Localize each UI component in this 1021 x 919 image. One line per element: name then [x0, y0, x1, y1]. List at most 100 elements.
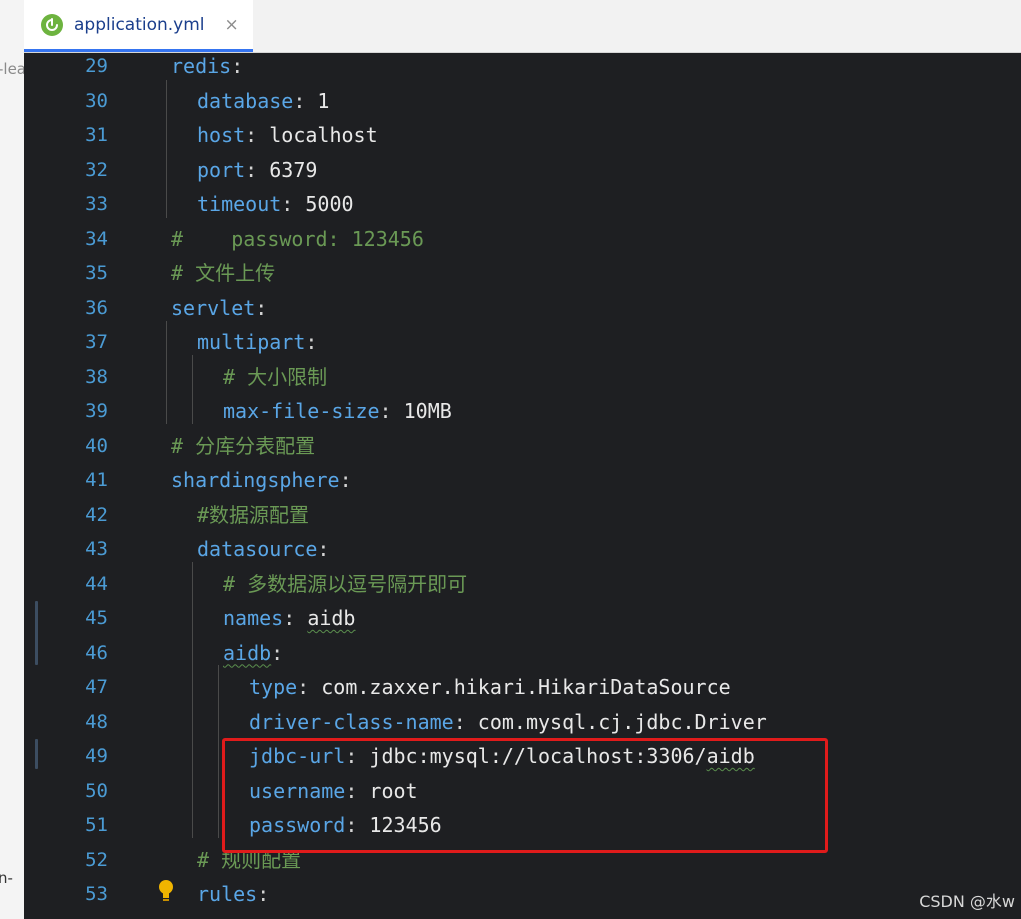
code-key: aidb: [223, 640, 272, 665]
code-key: names: [223, 606, 284, 630]
code-comment: # 文件上传: [171, 261, 276, 285]
editor-tab-bar: application.yml ×: [24, 0, 1021, 53]
line-number: 39: [85, 400, 108, 422]
code-line[interactable]: # 分库分表配置: [171, 429, 315, 463]
line-number: 36: [85, 296, 108, 319]
code-punct: :: [339, 468, 352, 492]
code-punct: :: [245, 157, 270, 182]
code-line[interactable]: #数据源配置: [197, 498, 309, 532]
code-line[interactable]: servlet:: [171, 291, 267, 325]
code-line[interactable]: port: 6379: [197, 153, 317, 187]
code-key: database: [197, 88, 294, 113]
code-line[interactable]: # password: 123456: [171, 222, 424, 256]
code-comment: # password: 123456: [171, 226, 424, 251]
line-number: 31: [85, 124, 108, 146]
code-key: max-file-size: [223, 399, 380, 423]
indent-guide: [166, 80, 167, 218]
code-key: datasource: [197, 537, 318, 561]
change-marker: [35, 601, 38, 665]
code-key: port: [197, 157, 246, 182]
tab-filename: application.yml: [74, 14, 205, 35]
line-number: 33: [85, 193, 108, 215]
code-line[interactable]: rules:: [197, 877, 269, 911]
line-number: 52: [85, 848, 108, 871]
code-comment: #数据源配置: [197, 502, 310, 527]
code-value: com.mysql.cj.jdbc.Driver: [477, 709, 767, 734]
code-comment: # 大小限制: [223, 364, 328, 389]
line-number: 32: [85, 158, 108, 181]
code-key: timeout: [197, 192, 282, 216]
code-value: 5000: [305, 192, 354, 216]
lightbulb-icon[interactable]: [157, 879, 175, 907]
line-number: 48: [85, 710, 108, 733]
code-line[interactable]: # 大小限制: [223, 360, 327, 394]
code-punct: :: [245, 123, 270, 147]
code-key: multipart: [197, 330, 306, 354]
code-comment: # 分库分表配置: [171, 433, 316, 458]
line-number: 44: [85, 572, 108, 595]
code-value: com.zaxxer.hikari.HikariDataSource: [321, 675, 731, 699]
line-number: 37: [85, 331, 108, 353]
code-punct: :: [255, 295, 268, 320]
left-panel-text-fragment: n-: [0, 869, 13, 887]
code-punct: :: [379, 399, 404, 423]
code-punct: :: [305, 330, 318, 354]
code-punct: :: [281, 192, 306, 216]
code-punct: :: [283, 606, 308, 630]
line-number: 50: [85, 779, 108, 802]
indent-guide: [218, 665, 219, 838]
code-line[interactable]: database: 1: [197, 84, 329, 118]
line-number: 34: [85, 227, 108, 250]
code-value: 6379: [269, 157, 318, 182]
code-punct: :: [293, 88, 318, 113]
watermark: CSDN @水w: [919, 892, 1015, 911]
change-marker: [35, 739, 38, 769]
code-line[interactable]: max-file-size: 10MB: [223, 394, 452, 428]
indent-guide: [166, 321, 167, 424]
line-number: 29: [85, 55, 108, 77]
code-line[interactable]: multipart:: [197, 325, 317, 359]
code-value: aidb: [307, 606, 356, 630]
code-line[interactable]: datasource:: [197, 532, 329, 566]
code-value: 1: [317, 88, 330, 113]
code-punct: :: [271, 640, 284, 665]
line-number: 46: [85, 641, 108, 664]
code-editor[interactable]: 29 30 31 32 33 34 35 36 37 38 39 40 41 42 43 44 45 46 47 48…: [24, 53, 1021, 919]
tab-application-yml[interactable]: application.yml ×: [24, 0, 253, 52]
spring-leaf-icon: [41, 13, 63, 36]
code-line[interactable]: driver-class-name: com.mysql.cj.jdbc.Dri…: [249, 705, 767, 739]
code-line[interactable]: redis:: [171, 49, 243, 83]
close-icon[interactable]: ×: [225, 15, 239, 35]
code-value: localhost: [269, 123, 378, 147]
code-line[interactable]: # 文件上传: [171, 256, 275, 290]
code-line[interactable]: aidb:: [223, 636, 283, 670]
code-line[interactable]: shardingsphere:: [171, 463, 352, 497]
line-number-gutter: 29 30 31 32 33 34 35 36 37 38 39 40 41 42 43 44 45 46 47 48…: [24, 53, 144, 919]
highlight-box: [222, 738, 828, 853]
left-panel-text-fragment: -lea: [0, 60, 24, 78]
code-line[interactable]: names: aidb: [223, 601, 355, 635]
indent-guide: [192, 355, 193, 424]
indent-guide: [192, 562, 193, 838]
code-line[interactable]: # 多数据源以逗号隔开即可: [223, 567, 467, 601]
code-key: host: [197, 123, 246, 147]
code-punct: :: [317, 537, 330, 561]
left-panel-strip: -lea n-: [0, 0, 24, 919]
code-line[interactable]: host: localhost: [197, 118, 378, 152]
code-key: redis: [171, 54, 232, 78]
line-number: 40: [85, 434, 108, 457]
code-punct: :: [297, 675, 322, 699]
code-key: type: [249, 675, 298, 699]
code-line[interactable]: type: com.zaxxer.hikari.HikariDataSource: [249, 670, 731, 704]
code-key: servlet: [171, 295, 256, 320]
code-line[interactable]: timeout: 5000: [197, 187, 354, 221]
line-number: 51: [85, 814, 108, 836]
line-number: 53: [85, 883, 108, 905]
code-punct: :: [453, 709, 478, 734]
line-number: 47: [85, 676, 108, 698]
line-number: 45: [85, 607, 108, 629]
code-punct: :: [257, 882, 270, 906]
code-comment: # 多数据源以逗号隔开即可: [223, 571, 468, 596]
line-number: 30: [85, 89, 108, 112]
line-number: 38: [85, 365, 108, 388]
